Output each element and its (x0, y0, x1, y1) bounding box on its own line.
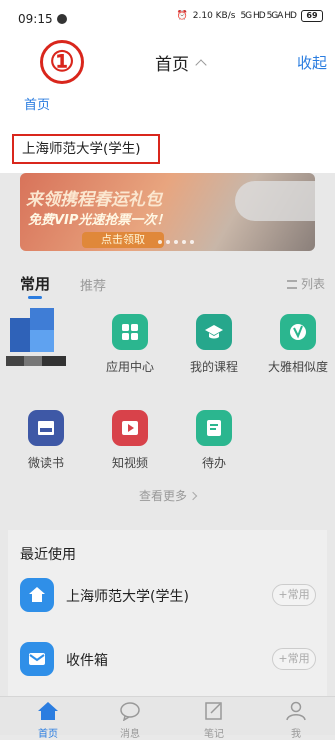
recent-item[interactable]: 收件箱 +常用 (20, 640, 320, 680)
main-content: 来领携程春运礼包 免费VIP光速抢票一次！ 点击领取 常用 推荐 列表 应用中心… (0, 173, 335, 740)
home-tab[interactable]: 首页 (24, 94, 50, 113)
inbox-icon (20, 642, 54, 676)
nav-notes[interactable]: 笔记 (184, 701, 244, 740)
graduation-cap-icon (196, 314, 232, 350)
add-favorite-button[interactable]: +常用 (272, 648, 316, 670)
app-item[interactable]: 我的课程 (174, 314, 254, 375)
bottom-nav: 首页 消息 笔记 我 (0, 696, 335, 740)
app-item[interactable]: 应用中心 (90, 314, 170, 375)
see-more-link[interactable]: 查看更多 (0, 487, 335, 504)
recent-heading: 最近使用 (20, 547, 76, 563)
active-tab-indicator (28, 296, 42, 299)
train-image (235, 181, 315, 221)
signal-icon: 5G HD 5GA HD (240, 11, 297, 21)
chat-icon (120, 702, 140, 722)
notification-icon (56, 14, 67, 24)
app-item[interactable]: 知视频 (90, 410, 170, 471)
nav-home[interactable]: 首页 (18, 701, 78, 740)
app-label: 大雅相似度 (267, 360, 328, 374)
app-item[interactable]: 待办 (174, 410, 254, 471)
page-title[interactable]: 首页 (155, 50, 207, 75)
check-icon (280, 314, 316, 350)
grid-icon (112, 314, 148, 350)
app-label: 应用中心 (105, 360, 154, 374)
add-favorite-button[interactable]: +常用 (272, 584, 316, 606)
list-icon (286, 280, 297, 289)
recent-item[interactable]: 上海师范大学(学生) +常用 (20, 576, 320, 616)
app-item[interactable]: 大雅相似度 (258, 314, 335, 375)
todo-icon (196, 410, 232, 446)
annotation-marker: ① (40, 40, 84, 84)
account-dropdown-panel: ① 首页 收起 首页 上海师范大学(学生) (0, 36, 335, 173)
nav-me[interactable]: 我 (266, 701, 326, 740)
app-label: 知视频 (111, 456, 148, 470)
banner-subline: 免费VIP光速抢票一次！ (28, 213, 170, 228)
carousel-dots (158, 240, 194, 244)
tab-common[interactable]: 常用 (20, 273, 50, 294)
blurred-app-icon (6, 308, 66, 368)
note-icon (205, 702, 222, 720)
home-icon (20, 578, 54, 612)
app-item[interactable]: 微读书 (6, 410, 86, 471)
recent-item-label: 收件箱 (66, 653, 108, 669)
list-view-toggle[interactable]: 列表 (286, 275, 325, 292)
recent-item-label: 上海师范大学(学生) (66, 589, 189, 605)
app-label: 我的课程 (189, 360, 238, 374)
status-time: 09:15 (18, 12, 67, 26)
person-icon (286, 701, 306, 721)
nav-messages[interactable]: 消息 (100, 701, 160, 740)
tab-recommend[interactable]: 推荐 (80, 275, 106, 294)
book-icon (28, 410, 64, 446)
app-label: 待办 (201, 456, 226, 470)
section-tabs: 常用 推荐 列表 (20, 273, 325, 299)
app-label: 微读书 (27, 456, 64, 470)
recent-section: 最近使用 上海师范大学(学生) +常用 收件箱 +常用 (8, 530, 327, 700)
promo-banner[interactable]: 来领携程春运礼包 免费VIP光速抢票一次！ 点击领取 (20, 173, 315, 251)
status-bar: 09:15 ⏰ 2.10 KB/s 5G HD 5GA HD 69 (0, 0, 335, 36)
status-indicators: ⏰ 2.10 KB/s 5G HD 5GA HD 69 (177, 10, 323, 22)
alarm-icon: ⏰ (176, 11, 188, 21)
collapse-button[interactable]: 收起 (297, 52, 327, 73)
chevron-up-icon (195, 59, 207, 71)
account-option[interactable]: 上海师范大学(学生) (12, 134, 160, 164)
home-icon (38, 702, 58, 720)
video-icon (112, 410, 148, 446)
banner-headline: 来领携程春运礼包 (26, 190, 162, 210)
battery-icon: 69 (301, 10, 323, 22)
network-speed: 2.10 KB/s (192, 11, 236, 21)
banner-claim-button[interactable]: 点击领取 (82, 232, 164, 248)
chevron-right-icon (188, 491, 198, 501)
